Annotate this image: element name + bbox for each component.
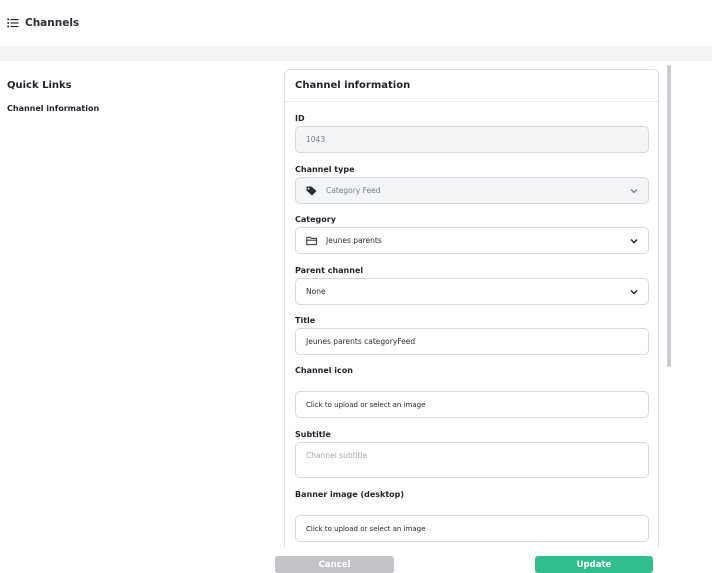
channel-information-card: Channel information ID 1043 Channel type… [284, 69, 659, 559]
update-button[interactable]: Update [535, 556, 653, 573]
id-field: 1043 [295, 126, 649, 153]
channel-type-select[interactable]: Category Feed [295, 177, 649, 204]
parent-channel-value: None [306, 287, 326, 296]
title-value: Jeunes parents categoryFeed [306, 337, 416, 346]
chevron-down-icon [630, 289, 638, 295]
quick-links-heading: Quick Links [7, 80, 72, 91]
parent-channel-select[interactable]: None [295, 278, 649, 305]
channel-type-label: Channel type [295, 165, 355, 174]
chevron-down-icon [630, 238, 638, 244]
card-title: Channel information [285, 70, 658, 102]
tag-icon [306, 186, 318, 196]
scrollbar-thumb[interactable] [667, 65, 671, 367]
category-value: Jeunes parents [326, 236, 382, 245]
banner-desktop-upload[interactable]: Click to upload or select an image [295, 515, 649, 542]
folder-icon [306, 236, 318, 246]
parent-channel-label: Parent channel [295, 266, 364, 275]
channel-icon-upload[interactable]: Click to upload or select an image [295, 391, 649, 418]
title-label: Title [295, 316, 316, 325]
subtitle-placeholder: Channel subtitle [306, 451, 368, 460]
chevron-down-icon [630, 188, 638, 194]
channel-icon-label: Channel icon [295, 366, 353, 375]
id-label: ID [295, 114, 305, 123]
subtitle-input[interactable]: Channel subtitle [295, 442, 649, 478]
subtitle-label: Subtitle [295, 430, 331, 439]
category-select[interactable]: Jeunes parents [295, 227, 649, 254]
channel-icon-upload-text: Click to upload or select an image [306, 400, 426, 409]
top-bar: Channels [0, 0, 712, 46]
page-title: Channels [25, 17, 80, 29]
cancel-button[interactable]: Cancel [275, 556, 394, 573]
channel-type-value: Category Feed [326, 186, 381, 195]
header-divider-band [0, 46, 712, 61]
title-input[interactable]: Jeunes parents categoryFeed [295, 328, 649, 355]
id-value: 1043 [306, 135, 326, 144]
category-label: Category [295, 215, 336, 224]
quick-link-channel-information[interactable]: Channel information [7, 104, 227, 113]
banner-desktop-label: Banner image (desktop) [295, 490, 405, 499]
banner-desktop-upload-text: Click to upload or select an image [306, 524, 426, 533]
list-icon [7, 18, 19, 28]
quick-links-panel: Quick Links Channel information [7, 80, 227, 113]
